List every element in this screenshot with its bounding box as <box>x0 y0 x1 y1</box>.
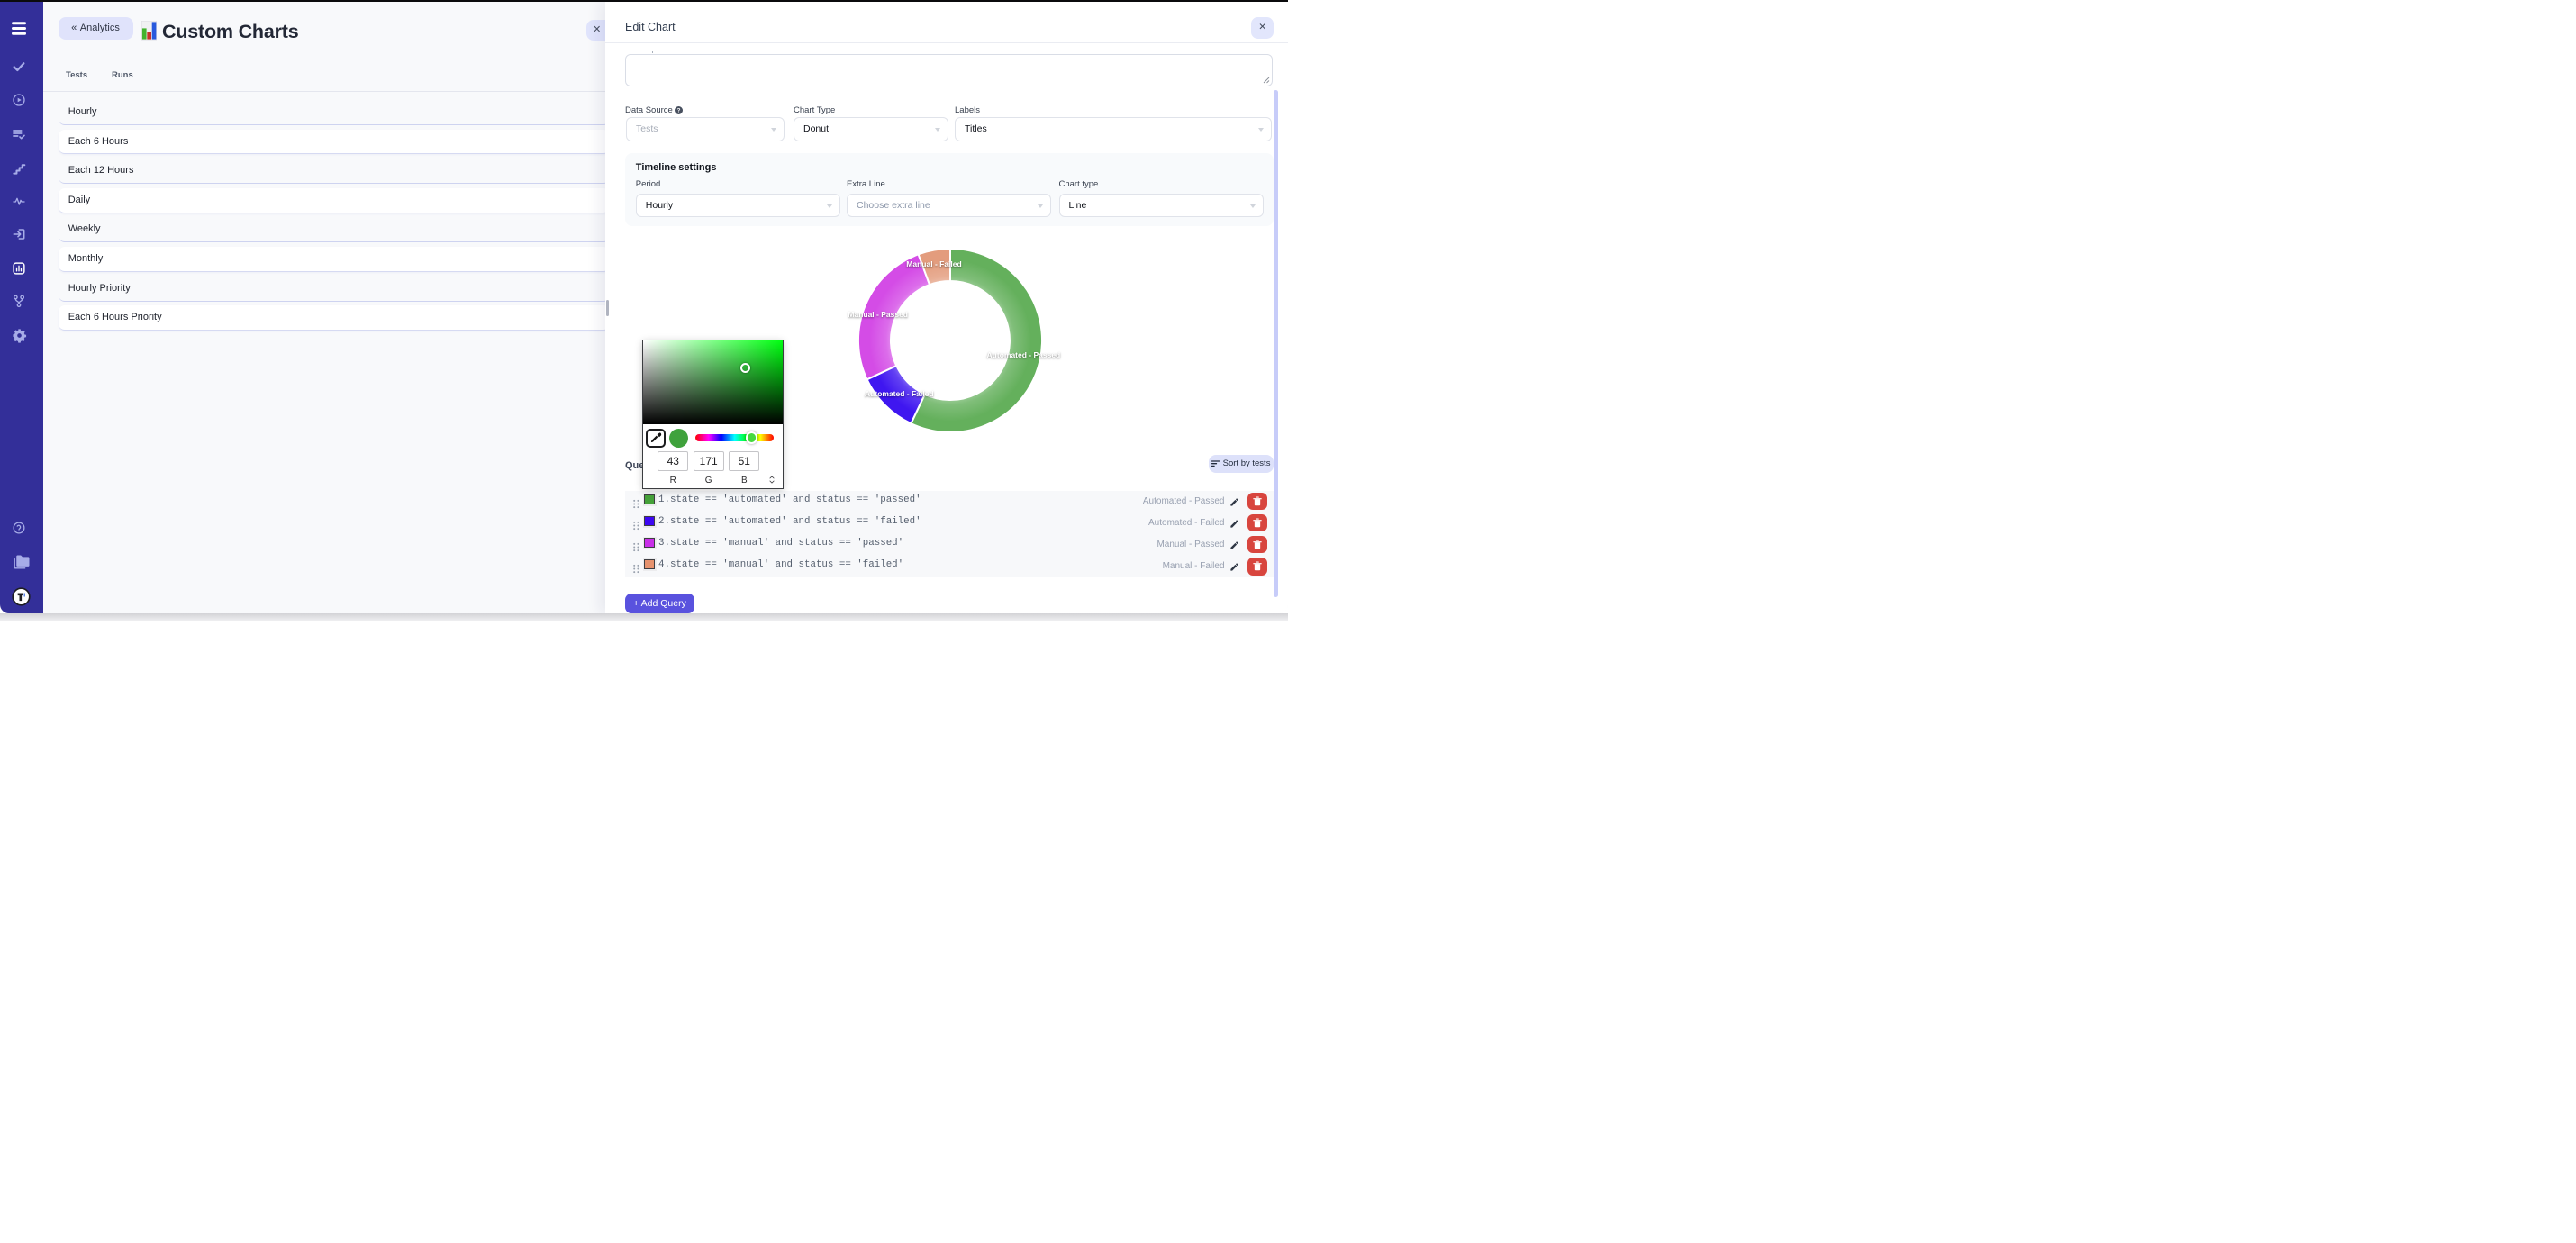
svg-text:?: ? <box>677 107 681 113</box>
